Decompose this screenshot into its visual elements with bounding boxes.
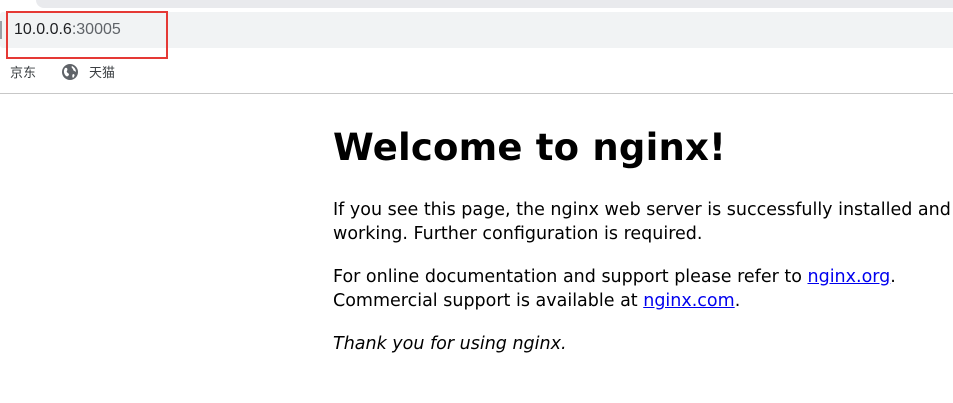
nginx-com-link[interactable]: nginx.com	[643, 291, 734, 311]
nginx-org-link[interactable]: nginx.org	[808, 267, 891, 287]
bookmark-label: 天猫	[89, 66, 116, 81]
page-content: Welcome to nginx! If you see this page, …	[333, 122, 953, 356]
url-highlight-box	[6, 11, 168, 59]
thanks-text: Thank you for using nginx.	[333, 334, 567, 354]
globe-icon	[61, 63, 79, 81]
browser-window: 10.0.0.6:30005 京东 天猫 Welcome to nginx! I…	[0, 0, 953, 403]
support-suffix: .	[890, 267, 896, 287]
intro-line-2: working. Further configuration is requir…	[333, 224, 703, 244]
intro-line-1: If you see this page, the nginx web serv…	[333, 200, 951, 220]
commercial-prefix: Commercial support is available at	[333, 291, 644, 311]
page-title: Welcome to nginx!	[333, 126, 727, 169]
intro-paragraph: If you see this page, the nginx web serv…	[333, 198, 953, 246]
address-bar-edge	[0, 21, 2, 39]
support-prefix: For online documentation and support ple…	[333, 267, 808, 287]
bookmark-tmall[interactable]: 天猫	[61, 62, 115, 81]
commercial-suffix: .	[734, 291, 741, 311]
tab-strip	[36, 0, 953, 8]
support-paragraph: For online documentation and support ple…	[333, 265, 953, 313]
toolbar-divider	[0, 93, 953, 94]
bookmarks-bar: 京东 天猫	[0, 60, 953, 86]
bookmark-jd[interactable]: 京东	[10, 62, 36, 81]
bookmark-label: 京东	[10, 66, 37, 81]
